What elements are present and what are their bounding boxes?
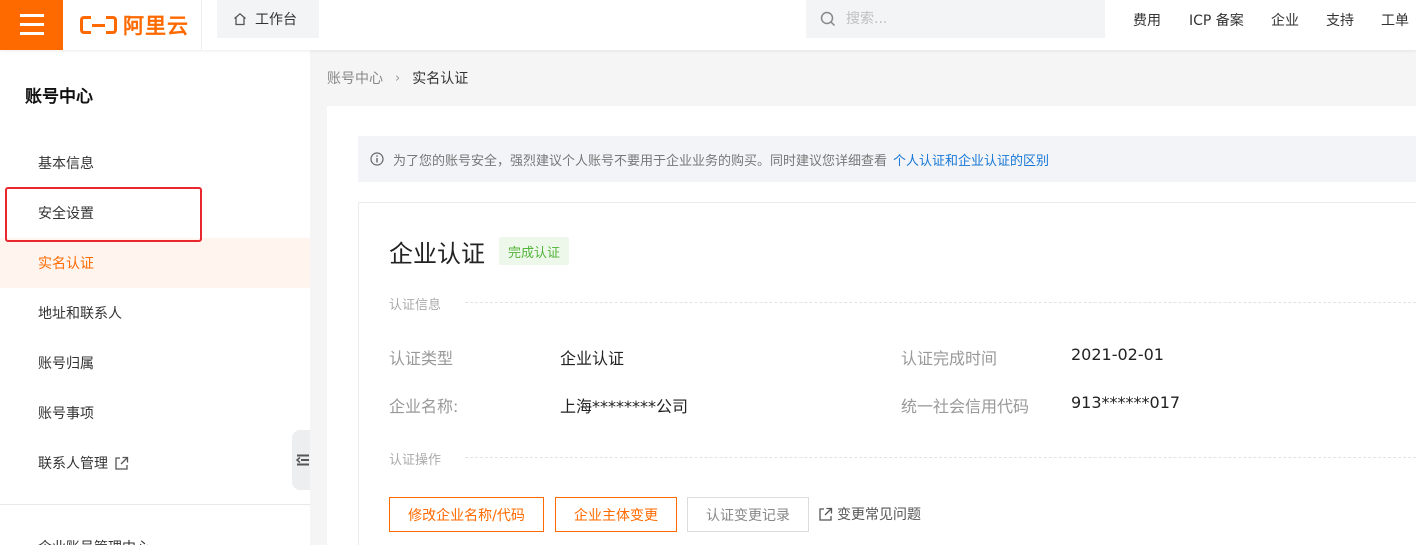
faq-link[interactable]: 变更常见问题 <box>818 504 921 524</box>
sidebar-item-label: 联系人管理 <box>38 456 108 472</box>
nav-fees[interactable]: 费用 <box>1133 0 1161 40</box>
notice-text: 为了您的账号安全，强烈建议个人账号不要用于企业业务的购买。同时建议您详细查看 <box>393 153 888 169</box>
nav-icp[interactable]: ICP 备案 <box>1189 0 1244 40</box>
sidebar-item-label: 企业账号管理中心 <box>38 537 150 545</box>
workbench-label: 工作台 <box>255 12 297 28</box>
sidebar-item-label: 地址和联系人 <box>38 306 122 322</box>
cert-info-section-label: 认证信息 <box>389 298 442 313</box>
notice-link[interactable]: 个人认证和企业认证的区别 <box>893 150 1049 169</box>
logo-text: 阿里云 <box>123 14 189 38</box>
nav-support[interactable]: 支持 <box>1326 0 1354 40</box>
sidebar-item-account-ownership[interactable]: 账号归属 <box>0 338 310 388</box>
company-name-value: 上海********公司 <box>560 397 689 416</box>
search-icon <box>820 11 836 27</box>
sidebar-item-label: 实名认证 <box>38 256 94 272</box>
sidebar-item-account-matters[interactable]: 账号事项 <box>0 388 310 438</box>
breadcrumb-current: 实名认证 <box>412 71 469 87</box>
cert-type-value: 企业认证 <box>560 349 625 368</box>
section-divider <box>465 457 1416 458</box>
sidebar: 账号中心 基本信息 安全设置 实名认证 地址和联系人 账号归属 账号事项 联系人… <box>0 50 310 545</box>
sidebar-item-label: 基本信息 <box>38 156 94 172</box>
faq-link-label: 变更常见问题 <box>837 507 921 523</box>
search-input[interactable] <box>846 11 1086 27</box>
cert-time-label: 认证完成时间 <box>901 349 998 368</box>
cert-time-value: 2021-02-01 <box>1071 345 1164 364</box>
breadcrumb: 账号中心 › 实名认证 <box>327 68 468 88</box>
breadcrumb-separator-icon: › <box>395 70 401 86</box>
search-box[interactable] <box>806 0 1105 38</box>
credit-code-label: 统一社会信用代码 <box>901 397 1030 416</box>
cert-ops-section-label: 认证操作 <box>389 453 442 468</box>
hamburger-menu-icon[interactable] <box>0 0 63 50</box>
nav-ticket[interactable]: 工单 <box>1381 0 1409 40</box>
aliyun-logo-icon <box>80 14 117 36</box>
sidebar-item-address-contacts[interactable]: 地址和联系人 <box>0 288 310 338</box>
sidebar-collapse-toggle[interactable] <box>292 430 310 490</box>
status-badge: 完成认证 <box>499 237 570 265</box>
workbench-button[interactable]: 工作台 <box>217 0 319 38</box>
sidebar-item-real-name[interactable]: 实名认证 <box>0 238 310 288</box>
aliyun-logo[interactable]: 阿里云 <box>63 0 201 50</box>
sidebar-item-contact-management[interactable]: 联系人管理 <box>0 438 310 488</box>
sidebar-divider <box>0 504 310 505</box>
collapse-menu-icon <box>296 454 309 466</box>
divider <box>201 0 202 50</box>
sidebar-item-label: 账号归属 <box>38 356 94 372</box>
modify-company-name-button[interactable]: 修改企业名称/代码 <box>389 497 544 532</box>
sidebar-title: 账号中心 <box>25 87 93 107</box>
info-icon <box>370 152 384 166</box>
sidebar-item-enterprise-account-center[interactable]: 企业账号管理中心 <box>0 522 310 545</box>
section-divider <box>465 302 1416 303</box>
notice-banner: 为了您的账号安全，强烈建议个人账号不要用于企业业务的购买。同时建议您详细查看 个… <box>358 136 1416 182</box>
home-icon <box>234 12 246 26</box>
credit-code-value: 913******017 <box>1071 393 1181 412</box>
sidebar-item-label: 账号事项 <box>38 406 94 422</box>
external-link-icon <box>819 507 833 521</box>
breadcrumb-account-center[interactable]: 账号中心 <box>327 68 383 88</box>
change-records-button[interactable]: 认证变更记录 <box>687 497 809 532</box>
cert-title: 企业认证 <box>389 240 485 268</box>
cert-type-label: 认证类型 <box>389 349 454 368</box>
sidebar-item-basic-info[interactable]: 基本信息 <box>0 138 310 188</box>
entity-change-button[interactable]: 企业主体变更 <box>555 497 677 532</box>
nav-enterprise[interactable]: 企业 <box>1271 0 1299 40</box>
company-name-label: 企业名称: <box>389 397 459 416</box>
sidebar-item-security[interactable]: 安全设置 <box>0 188 310 238</box>
external-link-icon <box>115 456 129 470</box>
top-bar: 阿里云 工作台 费用 ICP 备案 企业 支持 工单 <box>0 0 1416 50</box>
sidebar-item-label: 安全设置 <box>38 206 94 222</box>
